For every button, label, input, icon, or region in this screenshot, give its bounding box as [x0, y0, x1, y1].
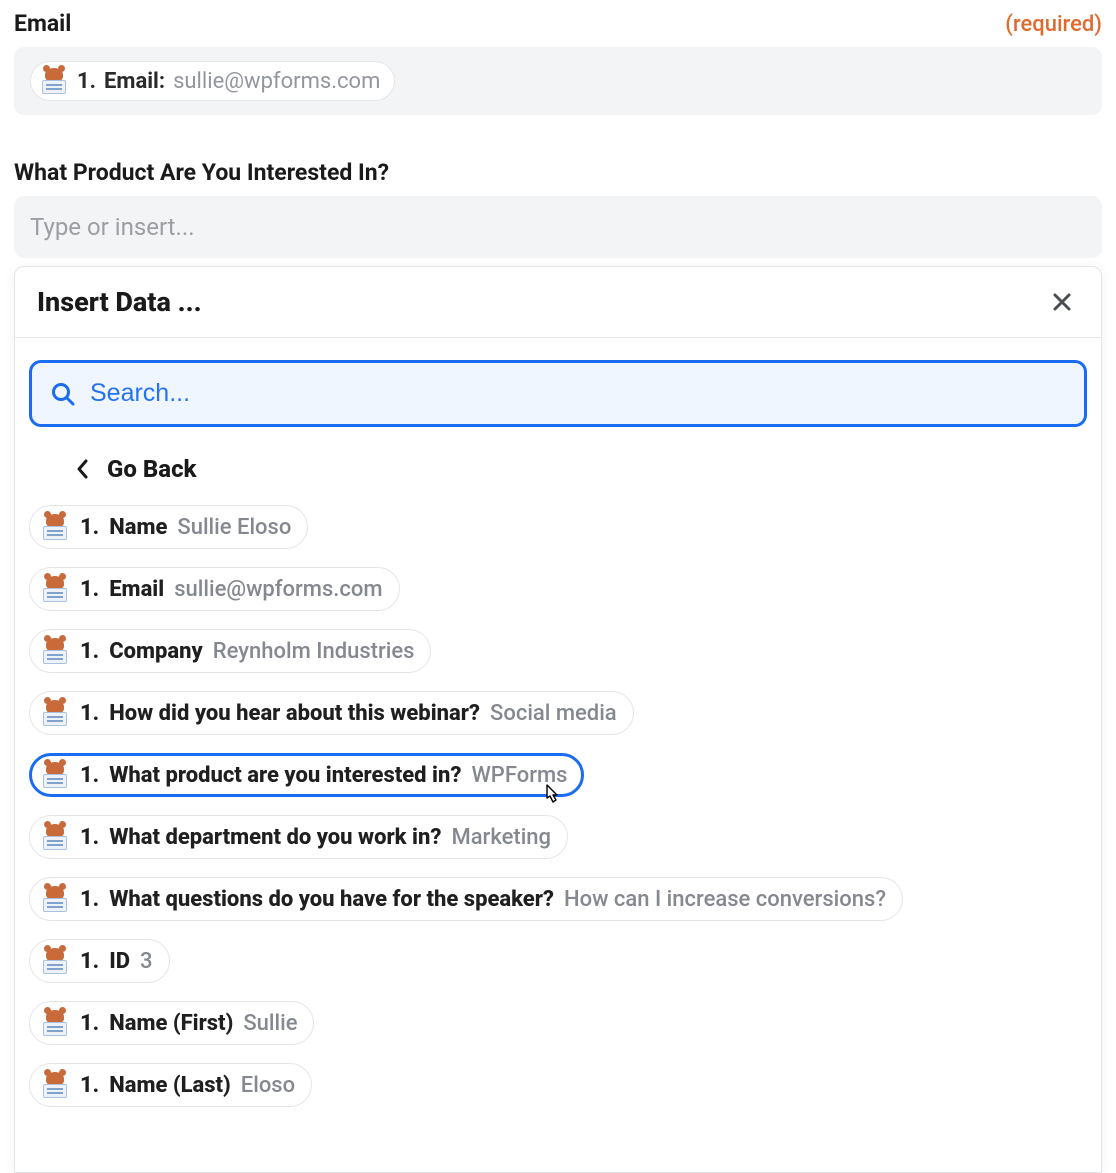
pill-prefix: 1. — [80, 1011, 99, 1036]
pill-label: Name (First) — [109, 1011, 233, 1036]
product-field-group: What Product Are You Interested In? Type… — [0, 149, 1116, 258]
pill-value: Social media — [490, 701, 617, 726]
search-box[interactable] — [29, 360, 1087, 427]
pill-label: Company — [109, 639, 203, 664]
pill-value: Reynholm Industries — [213, 639, 415, 664]
pill-prefix: 1. — [80, 763, 99, 788]
pill-prefix: 1. — [80, 825, 99, 850]
wpforms-icon — [40, 948, 70, 974]
chevron-left-icon — [75, 458, 89, 480]
pill-prefix: 1. — [80, 701, 99, 726]
pill-value: Sullie — [243, 1011, 297, 1036]
pill-prefix: 1. — [80, 639, 99, 664]
insert-data-modal: Insert Data ... Go Back 1. Name Sullie Elo… — [14, 266, 1102, 1173]
close-icon — [1051, 291, 1073, 313]
pill-value: How can I increase conversions? — [564, 887, 886, 912]
email-field-group: Email (required) 1. Email: sullie@wpform… — [0, 0, 1116, 115]
pill-value: Eloso — [241, 1073, 295, 1098]
pill-label: How did you hear about this webinar? — [109, 701, 480, 726]
data-pill[interactable]: 1. What questions do you have for the spe… — [29, 877, 903, 921]
pill-prefix: 1. — [80, 949, 99, 974]
email-input[interactable]: 1. Email: sullie@wpforms.com — [14, 47, 1102, 115]
email-token[interactable]: 1. Email: sullie@wpforms.com — [30, 61, 395, 101]
data-pill[interactable]: 1. What department do you work in? Marketi… — [29, 815, 568, 859]
data-pill[interactable]: 1. Company Reynholm Industries — [29, 629, 431, 673]
pill-label: ID — [109, 949, 130, 974]
pill-label: Name (Last) — [109, 1073, 231, 1098]
data-pill[interactable]: 1. ID 3 — [29, 939, 170, 983]
required-indicator: (required) — [1005, 12, 1102, 37]
data-list: 1. Name Sullie Eloso 1. Email sullie@wpforms.… — [15, 505, 1101, 1172]
product-placeholder: Type or insert... — [30, 213, 195, 241]
pill-value: Sullie Eloso — [177, 515, 291, 540]
pill-prefix: 1. — [80, 515, 99, 540]
wpforms-icon — [40, 700, 70, 726]
go-back-label: Go Back — [107, 455, 197, 483]
data-pill[interactable]: 1. Name (First) Sullie — [29, 1001, 314, 1045]
pill-prefix: 1. — [80, 1073, 99, 1098]
data-pill[interactable]: 1. Email sullie@wpforms.com — [29, 567, 400, 611]
modal-title: Insert Data ... — [37, 286, 202, 318]
pill-prefix: 1. — [80, 577, 99, 602]
pill-value: 3 — [140, 949, 153, 974]
pill-label: What questions do you have for the speak… — [109, 887, 554, 912]
token-value: sullie@wpforms.com — [173, 69, 380, 94]
data-pill[interactable]: 1. What product are you interested in? WPF… — [29, 753, 584, 797]
wpforms-icon — [40, 824, 70, 850]
search-icon — [50, 381, 76, 407]
data-pill[interactable]: 1. Name Sullie Eloso — [29, 505, 308, 549]
close-button[interactable] — [1045, 285, 1079, 319]
pill-label: Name — [109, 515, 167, 540]
pill-value: sullie@wpforms.com — [174, 577, 382, 602]
wpforms-icon — [40, 638, 70, 664]
pill-label: What product are you interested in? — [109, 763, 461, 788]
email-label: Email — [14, 10, 71, 37]
pill-value: WPForms — [471, 763, 567, 788]
pill-label: What department do you work in? — [109, 825, 441, 850]
pill-label: Email — [109, 577, 164, 602]
data-pill[interactable]: 1. Name (Last) Eloso — [29, 1063, 312, 1107]
token-prefix: 1. — [77, 69, 96, 94]
product-label: What Product Are You Interested In? — [14, 159, 389, 186]
search-input[interactable] — [90, 379, 1066, 408]
pill-value: Marketing — [451, 825, 551, 850]
wpforms-icon — [40, 514, 70, 540]
wpforms-icon — [39, 68, 69, 94]
data-pill[interactable]: 1. How did you hear about this webinar? So… — [29, 691, 634, 735]
go-back-button[interactable]: Go Back — [15, 437, 1101, 505]
wpforms-icon — [40, 886, 70, 912]
wpforms-icon — [40, 1072, 70, 1098]
token-label: Email: — [104, 69, 165, 94]
wpforms-icon — [40, 576, 70, 602]
product-input[interactable]: Type or insert... — [14, 196, 1102, 258]
wpforms-icon — [40, 762, 70, 788]
pill-prefix: 1. — [80, 887, 99, 912]
wpforms-icon — [40, 1010, 70, 1036]
